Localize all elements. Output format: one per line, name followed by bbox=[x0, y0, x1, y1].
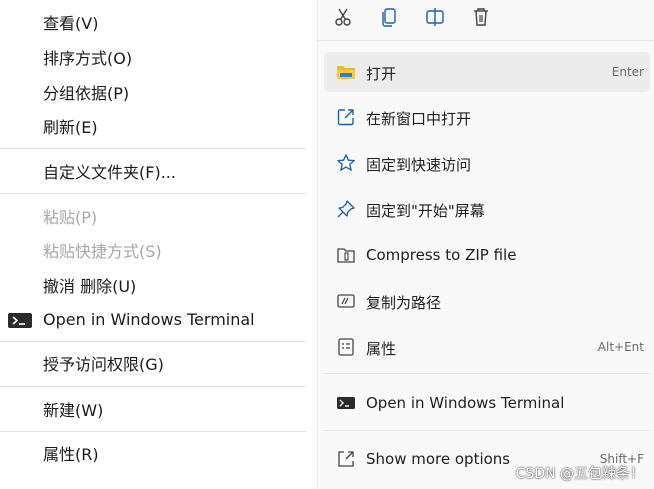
menu-item-open[interactable]: 打开 Enter bbox=[324, 52, 650, 92]
menu-item-label: 自定义文件夹(F)... bbox=[43, 163, 176, 182]
folder-icon bbox=[336, 62, 356, 82]
menu-item-customize-folder[interactable]: 自定义文件夹(F)... bbox=[0, 156, 306, 186]
menu-separator bbox=[324, 373, 650, 374]
menu-item-open-terminal[interactable]: Open in Windows Terminal bbox=[324, 383, 650, 423]
menu-item-label: 固定到"开始"屏幕 bbox=[366, 202, 485, 220]
menu-item-label: 在新窗口中打开 bbox=[366, 110, 472, 128]
menu-item-group-by[interactable]: 分组依据(P) bbox=[0, 77, 306, 107]
pin-icon bbox=[336, 199, 356, 219]
menu-item-properties[interactable]: 属性 Alt+Ent bbox=[324, 327, 650, 367]
menu-item-undo-delete[interactable]: 撤消 删除(U) bbox=[0, 270, 306, 300]
shortcut-label: Alt+Ent bbox=[597, 340, 644, 354]
zip-icon bbox=[336, 245, 356, 265]
menu-item-label: 查看(V) bbox=[43, 14, 99, 33]
menu-item-label: 新建(W) bbox=[43, 401, 104, 420]
menu-item-label: 属性 bbox=[366, 340, 397, 358]
menu-item-label: Compress to ZIP file bbox=[366, 246, 517, 264]
more-options-icon bbox=[336, 449, 356, 469]
menu-item-compress-zip[interactable]: Compress to ZIP file bbox=[324, 235, 650, 275]
menu-item-label: 粘贴(P) bbox=[43, 208, 98, 227]
menu-item-label: Open in Windows Terminal bbox=[366, 394, 565, 412]
quick-actions-toolbar bbox=[318, 0, 654, 38]
menu-separator bbox=[0, 148, 306, 149]
menu-item-paste: 粘贴(P) bbox=[0, 201, 306, 231]
menu-item-label: 授予访问权限(G) bbox=[43, 355, 164, 374]
menu-item-view[interactable]: 查看(V) bbox=[0, 7, 306, 37]
shortcut-label: Enter bbox=[611, 65, 644, 79]
menu-item-label: 属性(R) bbox=[43, 445, 99, 464]
menu-item-label: 排序方式(O) bbox=[43, 49, 133, 68]
menu-item-label: 固定到快速访问 bbox=[366, 156, 472, 174]
menu-separator bbox=[0, 341, 306, 342]
menu-separator bbox=[0, 386, 306, 387]
toolbar-separator bbox=[318, 40, 654, 41]
modern-context-menu: 打开 Enter 在新窗口中打开 固定到快速访问 固定到"开始"屏幕 Compr… bbox=[317, 0, 654, 489]
menu-separator bbox=[324, 430, 650, 431]
delete-icon[interactable] bbox=[470, 6, 492, 28]
terminal-icon bbox=[336, 393, 356, 413]
star-icon bbox=[336, 153, 356, 173]
watermark: CSDN @五包辣条！ bbox=[515, 466, 644, 482]
rename-icon[interactable] bbox=[424, 6, 446, 28]
menu-item-copy-as-path[interactable]: 复制为路径 bbox=[324, 281, 650, 321]
menu-item-new[interactable]: 新建(W) bbox=[0, 394, 306, 424]
classic-context-menu: 查看(V) 排序方式(O) 分组依据(P) 刷新(E) 自定义文件夹(F)...… bbox=[0, 0, 306, 489]
menu-item-pin-start[interactable]: 固定到"开始"屏幕 bbox=[324, 189, 650, 229]
menu-item-label: 分组依据(P) bbox=[43, 84, 130, 103]
menu-item-open-new-window[interactable]: 在新窗口中打开 bbox=[324, 97, 650, 137]
terminal-icon bbox=[8, 313, 32, 328]
menu-item-properties[interactable]: 属性(R) bbox=[0, 438, 306, 468]
menu-item-pin-quick-access[interactable]: 固定到快速访问 bbox=[324, 143, 650, 183]
menu-item-refresh[interactable]: 刷新(E) bbox=[0, 111, 306, 141]
menu-item-label: 打开 bbox=[366, 65, 397, 83]
menu-item-label: 撤消 删除(U) bbox=[43, 277, 137, 296]
menu-item-label: 粘贴快捷方式(S) bbox=[43, 242, 162, 261]
menu-separator bbox=[0, 431, 306, 432]
menu-separator bbox=[0, 193, 306, 194]
copy-path-icon bbox=[336, 291, 356, 311]
copy-icon[interactable] bbox=[378, 6, 400, 28]
properties-icon bbox=[336, 337, 356, 357]
menu-item-open-terminal[interactable]: Open in Windows Terminal bbox=[0, 304, 306, 334]
open-new-window-icon bbox=[336, 107, 356, 127]
menu-item-label: Open in Windows Terminal bbox=[43, 309, 255, 329]
menu-item-paste-shortcut: 粘贴快捷方式(S) bbox=[0, 235, 306, 265]
cut-icon[interactable] bbox=[332, 6, 354, 28]
menu-item-give-access[interactable]: 授予访问权限(G) bbox=[0, 348, 306, 378]
menu-item-label: 刷新(E) bbox=[43, 118, 98, 137]
menu-item-sort-by[interactable]: 排序方式(O) bbox=[0, 42, 306, 72]
menu-item-label: 复制为路径 bbox=[366, 294, 442, 312]
menu-item-label: Show more options bbox=[366, 450, 511, 468]
